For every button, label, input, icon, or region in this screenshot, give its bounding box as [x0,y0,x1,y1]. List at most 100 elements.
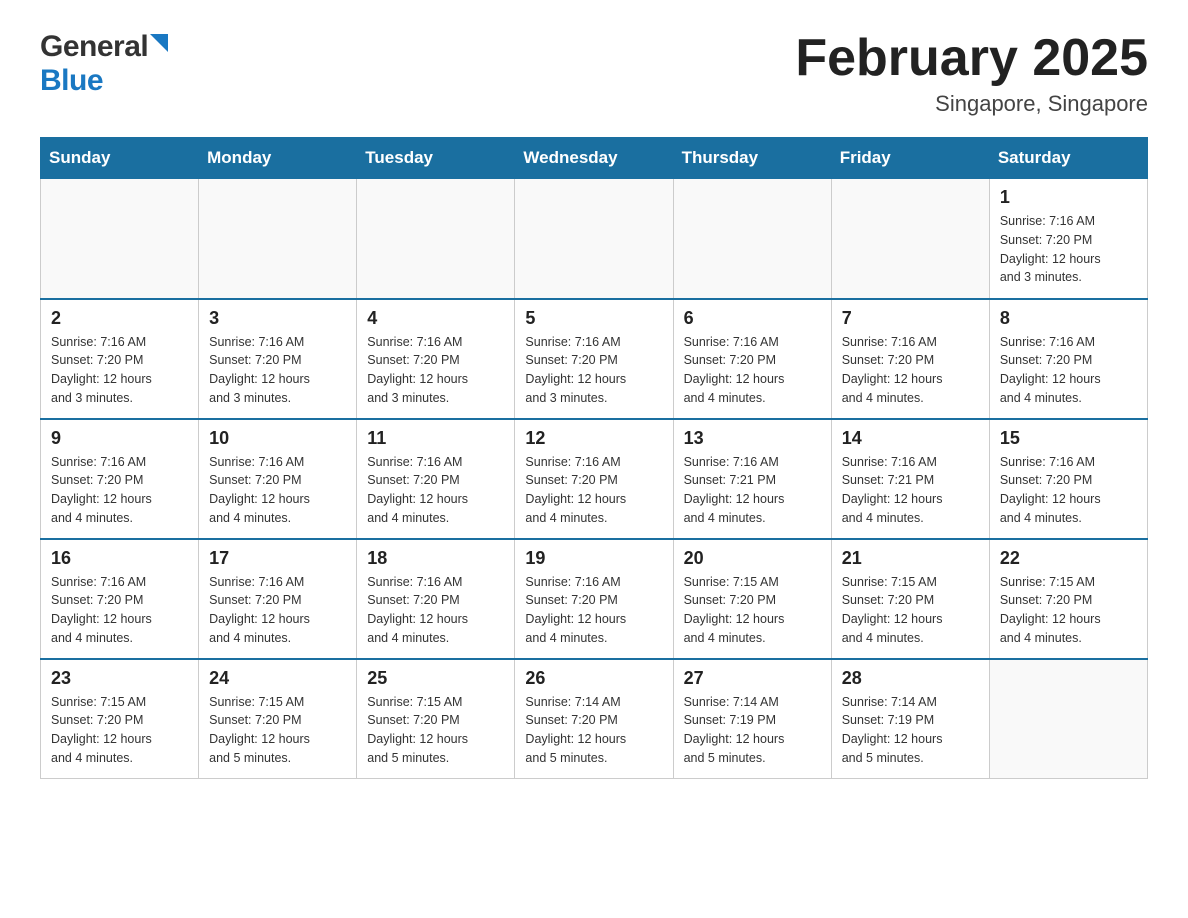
day-info: Sunrise: 7:16 AMSunset: 7:21 PMDaylight:… [684,453,821,528]
calendar-week-row: 23 Sunrise: 7:15 AMSunset: 7:20 PMDayligh… [41,659,1148,779]
day-number: 5 [525,308,662,329]
calendar-day-cell: 11 Sunrise: 7:16 AMSunset: 7:20 PMDayligh… [357,419,515,539]
calendar-day-cell [673,179,831,299]
calendar-day-cell: 18Sunrise: 7:16 AMSunset: 7:20 PMDayligh… [357,539,515,659]
day-info: Sunrise: 7:16 AMSunset: 7:20 PMDaylight:… [525,453,662,528]
calendar-day-cell: 9 Sunrise: 7:16 AMSunset: 7:20 PMDaylight… [41,419,199,539]
calendar-day-cell [41,179,199,299]
logo-blue-text: Blue [40,64,103,97]
day-info: Sunrise: 7:16 AMSunset: 7:20 PMDaylight:… [367,573,504,648]
calendar-day-cell: 14 Sunrise: 7:16 AMSunset: 7:21 PMDayligh… [831,419,989,539]
day-info: Sunrise: 7:15 AMSunset: 7:20 PMDaylight:… [367,693,504,768]
day-info: Sunrise: 7:15 AMSunset: 7:20 PMDaylight:… [209,693,346,768]
calendar-day-cell: 26 Sunrise: 7:14 AMSunset: 7:20 PMDayligh… [515,659,673,779]
day-of-week-header: Tuesday [357,138,515,179]
calendar-day-cell: 4 Sunrise: 7:16 AMSunset: 7:20 PMDaylight… [357,299,515,419]
day-of-week-header: Wednesday [515,138,673,179]
calendar-day-cell: 27Sunrise: 7:14 AMSunset: 7:19 PMDayligh… [673,659,831,779]
calendar-day-cell: 5 Sunrise: 7:16 AMSunset: 7:20 PMDaylight… [515,299,673,419]
calendar-week-row: 9 Sunrise: 7:16 AMSunset: 7:20 PMDaylight… [41,419,1148,539]
day-info: Sunrise: 7:15 AMSunset: 7:20 PMDaylight:… [842,573,979,648]
day-info: Sunrise: 7:14 AMSunset: 7:19 PMDaylight:… [684,693,821,768]
calendar-week-row: 1 Sunrise: 7:16 AMSunset: 7:20 PMDaylight… [41,179,1148,299]
day-info: Sunrise: 7:16 AMSunset: 7:20 PMDaylight:… [51,333,188,408]
day-info: Sunrise: 7:16 AMSunset: 7:20 PMDaylight:… [209,573,346,648]
calendar-day-cell: 28Sunrise: 7:14 AMSunset: 7:19 PMDayligh… [831,659,989,779]
calendar-table: SundayMondayTuesdayWednesdayThursdayFrid… [40,137,1148,779]
day-number: 26 [525,668,662,689]
day-info: Sunrise: 7:16 AMSunset: 7:20 PMDaylight:… [525,573,662,648]
calendar-day-cell: 8 Sunrise: 7:16 AMSunset: 7:20 PMDaylight… [989,299,1147,419]
day-info: Sunrise: 7:16 AMSunset: 7:20 PMDaylight:… [1000,212,1137,287]
day-number: 6 [684,308,821,329]
calendar-subtitle: Singapore, Singapore [795,91,1148,117]
calendar-title: February 2025 [795,30,1148,87]
calendar-day-cell: 19 Sunrise: 7:16 AMSunset: 7:20 PMDayligh… [515,539,673,659]
day-number: 20 [684,548,821,569]
calendar-day-cell: 17Sunrise: 7:16 AMSunset: 7:20 PMDayligh… [199,539,357,659]
page-header: General Blue February 2025 Singapore, Si… [40,30,1148,117]
calendar-day-cell: 7 Sunrise: 7:16 AMSunset: 7:20 PMDaylight… [831,299,989,419]
day-of-week-header: Saturday [989,138,1147,179]
day-number: 2 [51,308,188,329]
calendar-day-cell: 25 Sunrise: 7:15 AMSunset: 7:20 PMDayligh… [357,659,515,779]
day-info: Sunrise: 7:14 AMSunset: 7:20 PMDaylight:… [525,693,662,768]
day-number: 15 [1000,428,1137,449]
day-number: 8 [1000,308,1137,329]
day-of-week-header: Sunday [41,138,199,179]
day-number: 21 [842,548,979,569]
day-number: 19 [525,548,662,569]
day-info: Sunrise: 7:15 AMSunset: 7:20 PMDaylight:… [1000,573,1137,648]
day-number: 14 [842,428,979,449]
day-number: 10 [209,428,346,449]
calendar-day-cell [831,179,989,299]
calendar-day-cell: 1 Sunrise: 7:16 AMSunset: 7:20 PMDaylight… [989,179,1147,299]
day-number: 12 [525,428,662,449]
day-info: Sunrise: 7:16 AMSunset: 7:20 PMDaylight:… [1000,333,1137,408]
calendar-day-cell: 3 Sunrise: 7:16 AMSunset: 7:20 PMDaylight… [199,299,357,419]
day-info: Sunrise: 7:15 AMSunset: 7:20 PMDaylight:… [51,693,188,768]
calendar-day-cell: 6 Sunrise: 7:16 AMSunset: 7:20 PMDaylight… [673,299,831,419]
day-number: 25 [367,668,504,689]
day-number: 22 [1000,548,1137,569]
logo-arrow-icon [150,34,168,57]
day-number: 9 [51,428,188,449]
calendar-day-cell: 10 Sunrise: 7:16 AMSunset: 7:20 PMDayligh… [199,419,357,539]
day-number: 23 [51,668,188,689]
day-info: Sunrise: 7:16 AMSunset: 7:21 PMDaylight:… [842,453,979,528]
calendar-header-row: SundayMondayTuesdayWednesdayThursdayFrid… [41,138,1148,179]
day-info: Sunrise: 7:16 AMSunset: 7:20 PMDaylight:… [684,333,821,408]
day-number: 4 [367,308,504,329]
calendar-day-cell: 12 Sunrise: 7:16 AMSunset: 7:20 PMDayligh… [515,419,673,539]
calendar-day-cell: 13 Sunrise: 7:16 AMSunset: 7:21 PMDayligh… [673,419,831,539]
calendar-day-cell: 20 Sunrise: 7:15 AMSunset: 7:20 PMDayligh… [673,539,831,659]
calendar-day-cell: 21 Sunrise: 7:15 AMSunset: 7:20 PMDayligh… [831,539,989,659]
logo-general-text: General [40,30,148,64]
calendar-day-cell: 2 Sunrise: 7:16 AMSunset: 7:20 PMDaylight… [41,299,199,419]
day-info: Sunrise: 7:15 AMSunset: 7:20 PMDaylight:… [684,573,821,648]
day-info: Sunrise: 7:16 AMSunset: 7:20 PMDaylight:… [209,453,346,528]
day-info: Sunrise: 7:14 AMSunset: 7:19 PMDaylight:… [842,693,979,768]
calendar-day-cell: 23 Sunrise: 7:15 AMSunset: 7:20 PMDayligh… [41,659,199,779]
day-number: 7 [842,308,979,329]
day-info: Sunrise: 7:16 AMSunset: 7:20 PMDaylight:… [1000,453,1137,528]
day-number: 1 [1000,187,1137,208]
calendar-week-row: 16 Sunrise: 7:16 AMSunset: 7:20 PMDayligh… [41,539,1148,659]
day-info: Sunrise: 7:16 AMSunset: 7:20 PMDaylight:… [525,333,662,408]
day-number: 11 [367,428,504,449]
day-info: Sunrise: 7:16 AMSunset: 7:20 PMDaylight:… [367,333,504,408]
calendar-day-cell [515,179,673,299]
day-of-week-header: Friday [831,138,989,179]
calendar-week-row: 2 Sunrise: 7:16 AMSunset: 7:20 PMDaylight… [41,299,1148,419]
title-section: February 2025 Singapore, Singapore [795,30,1148,117]
calendar-day-cell: 22 Sunrise: 7:15 AMSunset: 7:20 PMDayligh… [989,539,1147,659]
day-info: Sunrise: 7:16 AMSunset: 7:20 PMDaylight:… [367,453,504,528]
day-info: Sunrise: 7:16 AMSunset: 7:20 PMDaylight:… [209,333,346,408]
day-number: 3 [209,308,346,329]
day-number: 13 [684,428,821,449]
day-info: Sunrise: 7:16 AMSunset: 7:20 PMDaylight:… [51,573,188,648]
day-info: Sunrise: 7:16 AMSunset: 7:20 PMDaylight:… [842,333,979,408]
day-of-week-header: Thursday [673,138,831,179]
day-number: 16 [51,548,188,569]
day-info: Sunrise: 7:16 AMSunset: 7:20 PMDaylight:… [51,453,188,528]
